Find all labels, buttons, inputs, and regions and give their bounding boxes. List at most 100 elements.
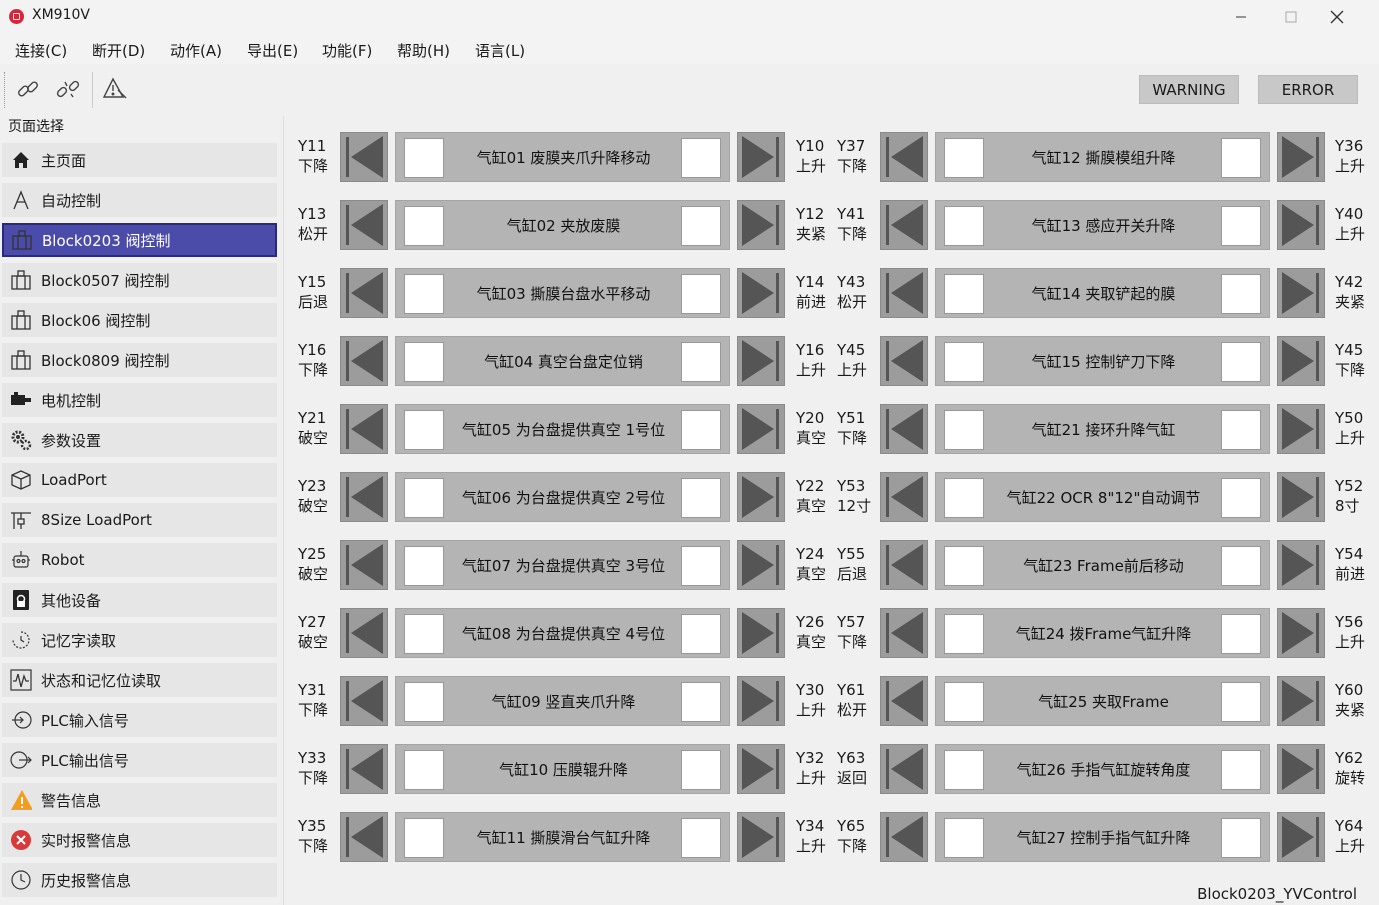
move-left-button[interactable] xyxy=(340,200,388,250)
port-action: 返回 xyxy=(837,769,868,787)
arrow-left-icon xyxy=(351,272,383,314)
port-code: Y15 xyxy=(298,273,327,291)
menu-language[interactable]: 语言(L) xyxy=(475,40,525,61)
move-right-button[interactable] xyxy=(737,336,785,386)
sidebar-item-2[interactable]: Block0203 阀控制 xyxy=(2,223,277,257)
sidebar-item-15[interactable]: PLC输出信号 xyxy=(2,743,277,777)
right-port-label: Y62 旋转 xyxy=(1335,748,1375,788)
menu-export[interactable]: 导出(E) xyxy=(247,40,298,61)
move-left-button[interactable] xyxy=(340,336,388,386)
move-right-button[interactable] xyxy=(737,540,785,590)
error-status-button[interactable]: ERROR xyxy=(1258,75,1358,104)
move-right-button[interactable] xyxy=(1277,404,1325,454)
sidebar-item-1[interactable]: 自动控制 xyxy=(2,183,277,217)
move-right-button[interactable] xyxy=(737,472,785,522)
move-right-button[interactable] xyxy=(1277,132,1325,182)
sidebar-item-label: 其他设备 xyxy=(41,591,102,610)
letter-a-icon xyxy=(10,189,32,211)
cylinder-name: 气缸10 压膜辊升降 xyxy=(499,760,628,779)
sidebar-item-3[interactable]: Block0507 阀控制 xyxy=(2,263,277,297)
maximize-button[interactable] xyxy=(1268,0,1314,34)
move-left-button[interactable] xyxy=(880,404,928,454)
connect-toolbar-button[interactable] xyxy=(15,76,41,102)
menu-connect[interactable]: 连接(C) xyxy=(15,40,67,61)
sidebar-item-label: Block0809 阀控制 xyxy=(41,351,170,370)
move-right-button[interactable] xyxy=(737,812,785,862)
maximize-icon xyxy=(1285,11,1297,23)
port-action: 夹紧 xyxy=(1335,293,1366,311)
sidebar-item-14[interactable]: PLC输入信号 xyxy=(2,703,277,737)
move-left-button[interactable] xyxy=(880,608,928,658)
menu-function[interactable]: 功能(F) xyxy=(322,40,372,61)
move-right-button[interactable] xyxy=(1277,336,1325,386)
move-left-button[interactable] xyxy=(340,472,388,522)
menu-help[interactable]: 帮助(H) xyxy=(397,40,450,61)
move-left-button[interactable] xyxy=(880,268,928,318)
move-right-button[interactable] xyxy=(1277,472,1325,522)
move-right-button[interactable] xyxy=(1277,200,1325,250)
move-right-button[interactable] xyxy=(737,676,785,726)
move-left-button[interactable] xyxy=(340,404,388,454)
move-right-button[interactable] xyxy=(1277,540,1325,590)
move-right-button[interactable] xyxy=(737,744,785,794)
left-port-label: Y13 松开 xyxy=(298,204,338,244)
right-position-indicator xyxy=(1221,138,1261,178)
port-action: 上升 xyxy=(1335,633,1366,651)
sidebar-item-8[interactable]: LoadPort xyxy=(2,463,277,497)
alarm-reset-toolbar-button[interactable] xyxy=(102,76,128,102)
sidebar-item-4[interactable]: Block06 阀控制 xyxy=(2,303,277,337)
sidebar-item-7[interactable]: 参数设置 xyxy=(2,423,277,457)
move-right-button[interactable] xyxy=(737,132,785,182)
move-left-button[interactable] xyxy=(340,268,388,318)
port-action: 下降 xyxy=(837,837,868,855)
menu-action[interactable]: 动作(A) xyxy=(170,40,222,61)
move-right-button[interactable] xyxy=(1277,812,1325,862)
move-left-button[interactable] xyxy=(880,132,928,182)
move-left-button[interactable] xyxy=(340,676,388,726)
move-left-button[interactable] xyxy=(880,200,928,250)
move-right-button[interactable] xyxy=(1277,744,1325,794)
move-right-button[interactable] xyxy=(1277,268,1325,318)
move-right-button[interactable] xyxy=(737,404,785,454)
move-left-button[interactable] xyxy=(880,540,928,590)
move-left-button[interactable] xyxy=(340,608,388,658)
sidebar-item-12[interactable]: 记忆字读取 xyxy=(2,623,277,657)
close-button[interactable] xyxy=(1314,0,1360,34)
left-port-label: Y43 松开 xyxy=(837,272,877,312)
move-right-button[interactable] xyxy=(1277,676,1325,726)
sidebar-item-0[interactable]: 主页面 xyxy=(2,143,277,177)
move-right-button[interactable] xyxy=(737,268,785,318)
sidebar-item-6[interactable]: 电机控制 xyxy=(2,383,277,417)
move-left-button[interactable] xyxy=(880,472,928,522)
move-left-button[interactable] xyxy=(340,812,388,862)
sidebar-item-11[interactable]: 其他设备 xyxy=(2,583,277,617)
warning-status-button[interactable]: WARNING xyxy=(1139,75,1239,104)
move-right-button[interactable] xyxy=(737,608,785,658)
move-left-button[interactable] xyxy=(340,540,388,590)
move-left-button[interactable] xyxy=(880,812,928,862)
sidebar-item-18[interactable]: 历史报警信息 xyxy=(2,863,277,897)
arrow-left-icon xyxy=(351,408,383,450)
move-left-button[interactable] xyxy=(340,132,388,182)
sidebar-item-10[interactable]: Robot xyxy=(2,543,277,577)
right-position-indicator xyxy=(1221,614,1261,654)
sidebar-item-13[interactable]: 状态和记忆位读取 xyxy=(2,663,277,697)
arrow-right-icon xyxy=(1282,680,1314,722)
move-right-button[interactable] xyxy=(737,200,785,250)
move-left-button[interactable] xyxy=(880,676,928,726)
minimize-button[interactable] xyxy=(1218,0,1264,34)
sidebar-item-17[interactable]: 实时报警信息 xyxy=(2,823,277,857)
move-left-button[interactable] xyxy=(880,336,928,386)
disconnect-toolbar-button[interactable] xyxy=(55,76,81,102)
move-left-button[interactable] xyxy=(340,744,388,794)
menu-disconnect[interactable]: 断开(D) xyxy=(92,40,145,61)
port-code: Y56 xyxy=(1335,613,1364,631)
move-right-button[interactable] xyxy=(1277,608,1325,658)
sidebar-item-16[interactable]: 警告信息 xyxy=(2,783,277,817)
sidebar-item-9[interactable]: 8Size LoadPort xyxy=(2,503,277,537)
sidebar-item-5[interactable]: Block0809 阀控制 xyxy=(2,343,277,377)
move-left-button[interactable] xyxy=(880,744,928,794)
left-port-label: Y25 破空 xyxy=(298,544,338,584)
left-position-indicator xyxy=(944,206,984,246)
cylinder-status-bar: 气缸27 控制手指气缸升降 xyxy=(935,812,1270,862)
